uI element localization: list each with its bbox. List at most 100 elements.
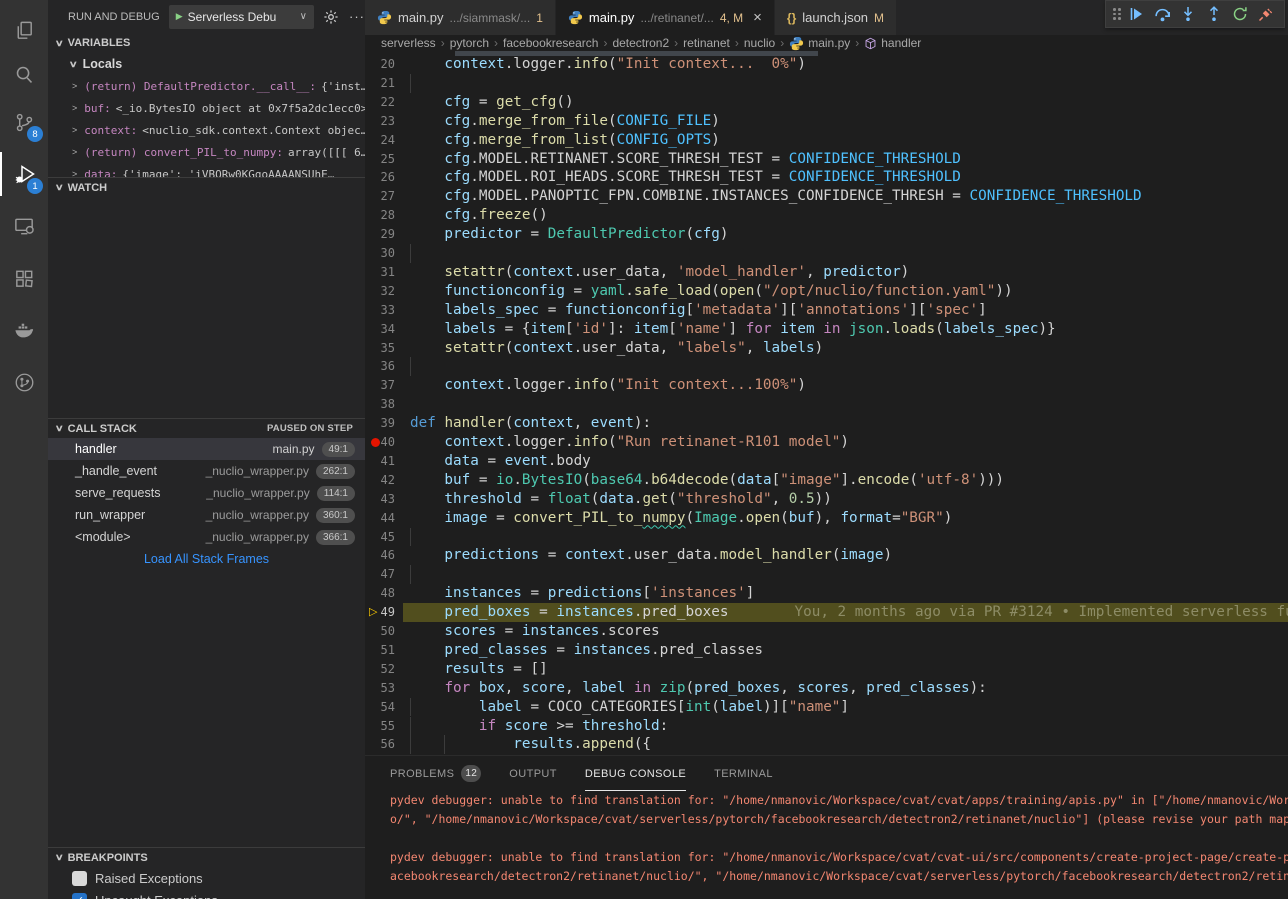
breadcrumb-item-main-py[interactable]: main.py [789,36,850,51]
breadcrumb-item-serverless[interactable]: serverless [381,36,436,50]
tab-main-py[interactable]: main.py.../retinanet/...4, M× [556,0,775,35]
tab-main-py[interactable]: main.py.../siammask/...1 [365,0,556,35]
launch-config-dropdown[interactable]: ▶ Serverless Debu ∨ [169,5,314,29]
frame-location-badge: 114:1 [317,486,355,501]
code-line[interactable]: 43 threshold = float(data.get("threshold… [365,490,1288,509]
code-line[interactable]: 28 cfg.freeze() [365,206,1288,225]
code-line[interactable]: 41 data = event.body [365,452,1288,471]
code-line[interactable]: 53 for box, score, label in zip(pred_box… [365,679,1288,698]
activity-bar-item-search[interactable] [0,52,48,96]
code-line[interactable]: 44 image = convert_PIL_to_numpy(Image.op… [365,509,1288,528]
code-line[interactable]: 36 [365,357,1288,376]
code-line[interactable]: 56 results.append({ [365,735,1288,754]
breakpoints-section-header[interactable]: ∨ BREAKPOINTS [48,847,365,867]
variable-row[interactable]: >(return) convert_PIL_to_numpy:array([[[… [48,141,365,163]
variable-row[interactable]: >buf:<_io.BytesIO object at 0x7f5a2dc1ec… [48,97,365,119]
disconnect-button[interactable] [1255,3,1277,25]
close-icon[interactable]: × [753,9,762,26]
code-line[interactable]: 52 results = [] [365,660,1288,679]
panel-tab-output[interactable]: OUTPUT [509,756,557,791]
activity-bar-item-git-graph[interactable] [0,360,48,404]
call-stack-frame[interactable]: serve_requests_nuclio_wrapper.py114:1 [48,482,365,504]
code-line[interactable]: 31 setattr(context.user_data, 'model_han… [365,263,1288,282]
docker-icon [12,318,36,342]
breadcrumb-item-pytorch[interactable]: pytorch [450,36,489,50]
code-line[interactable]: 48 instances = predictions['instances'] [365,584,1288,603]
code-line[interactable]: 33 labels_spec = functionconfig['metadat… [365,301,1288,320]
code-line[interactable]: 46 predictions = context.user_data.model… [365,546,1288,565]
code-line[interactable]: 38 [365,395,1288,414]
code-line[interactable]: 54 label = COCO_CATEGORIES[int(label)]["… [365,698,1288,717]
code-editor[interactable]: 20 context.logger.info("Init context... … [365,51,1288,755]
call-stack-frame[interactable]: <module>_nuclio_wrapper.py366:1 [48,526,365,548]
breadcrumb-item-retinanet[interactable]: retinanet [683,36,730,50]
code-line[interactable]: 27 cfg.MODEL.PANOPTIC_FPN.COMBINE.INSTAN… [365,187,1288,206]
panel-tab-problems[interactable]: PROBLEMS12 [390,756,481,791]
variable-row[interactable]: >data:{'image': 'iVBORw0KGgoAAAANSUhE… [48,163,365,177]
activity-bar-item-source-control[interactable]: 8 [0,100,48,144]
code-line[interactable]: 50 scores = instances.scores [365,622,1288,641]
call-stack-frame[interactable]: handlermain.py49:1 [48,438,365,460]
code-line[interactable]: 47 [365,565,1288,584]
console-line [390,829,1288,848]
activity-bar-item-remote-explorer[interactable] [0,204,48,248]
code-line[interactable]: 51 pred_classes = instances.pred_classes [365,641,1288,660]
drag-handle-icon[interactable] [1113,8,1121,20]
more-actions-icon[interactable]: ··· [349,9,365,24]
continue-icon [1128,6,1144,22]
code-line[interactable]: 25 cfg.MODEL.RETINANET.SCORE_THRESH_TEST… [365,150,1288,169]
code-line[interactable]: 42 buf = io.BytesIO(base64.b64decode(dat… [365,471,1288,490]
breakpoint-row[interactable]: Raised Exceptions [48,867,365,889]
call-stack-section-header[interactable]: ∨ CALL STACK PAUSED ON STEP [48,418,365,438]
activity-bar-item-extensions[interactable] [0,256,48,300]
code-line[interactable]: 29 predictor = DefaultPredictor(cfg) [365,225,1288,244]
breadcrumb-item-handler[interactable]: handler [864,36,921,50]
code-line[interactable]: 34 labels = {item['id']: item['name'] fo… [365,320,1288,339]
gear-icon[interactable] [323,9,339,25]
code-line[interactable]: 55 if score >= threshold: [365,717,1288,736]
code-line[interactable]: 23 cfg.merge_from_file(CONFIG_FILE) [365,112,1288,131]
step-over-button[interactable] [1151,3,1173,25]
variable-row[interactable]: >(return) DefaultPredictor.__call__:{'in… [48,75,365,97]
checkbox[interactable]: ✓ [72,893,87,899]
step-out-button[interactable] [1203,3,1225,25]
breadcrumb-item-nuclio[interactable]: nuclio [744,36,775,50]
debug-console-output[interactable]: pydev debugger: unable to find translati… [365,791,1288,886]
step-into-button[interactable] [1177,3,1199,25]
variable-row[interactable]: >context:<nuclio_sdk.context.Context obj… [48,119,365,141]
breadcrumb-item-facebookresearch[interactable]: facebookresearch [503,36,598,50]
code-line[interactable]: 35 setattr(context.user_data, "labels", … [365,339,1288,358]
code-line[interactable]: 26 cfg.MODEL.ROI_HEADS.SCORE_THRESH_TEST… [365,168,1288,187]
activity-bar-item-files[interactable] [0,8,48,52]
panel-tab-terminal[interactable]: TERMINAL [714,756,773,791]
code-line[interactable]: 22 cfg = get_cfg() [365,93,1288,112]
variables-section-header[interactable]: ∨ VARIABLES [48,33,365,53]
code-line[interactable]: 32 functionconfig = yaml.safe_load(open(… [365,282,1288,301]
code-line[interactable]: 49▷ pred_boxes = instances.pred_boxesYou… [365,603,1288,622]
indent-guide [410,528,411,547]
code-line[interactable]: 20 context.logger.info("Init context... … [365,55,1288,74]
code-line[interactable]: 30 [365,244,1288,263]
code-line[interactable]: 45 [365,528,1288,547]
continue-button[interactable] [1125,3,1147,25]
code-line[interactable]: 39def handler(context, event): [365,414,1288,433]
call-stack-frame[interactable]: run_wrapper_nuclio_wrapper.py360:1 [48,504,365,526]
load-all-stack-frames-link[interactable]: Load All Stack Frames [48,548,365,570]
code-line[interactable]: 37 context.logger.info("Init context...1… [365,376,1288,395]
activity-bar-item-docker[interactable] [0,308,48,352]
breadcrumb-item-detectron2[interactable]: detectron2 [612,36,669,50]
restart-button[interactable] [1229,3,1251,25]
checkbox[interactable] [72,871,87,886]
panel-tab-debug-console[interactable]: DEBUG CONSOLE [585,756,686,791]
watch-section-header[interactable]: ∨ WATCH [48,177,365,197]
code-line[interactable]: 24 cfg.merge_from_list(CONFIG_OPTS) [365,131,1288,150]
code-line[interactable]: 40 context.logger.info("Run retinanet-R1… [365,433,1288,452]
play-icon: ▶ [176,11,183,22]
activity-bar-item-run-debug[interactable]: 1 [0,152,48,196]
variables-scope-locals[interactable]: ∨ Locals [48,53,365,75]
breakpoint-icon[interactable] [371,438,380,447]
code-line[interactable]: 21 [365,74,1288,93]
tab-launch-json[interactable]: {}launch.jsonM [775,0,897,35]
call-stack-frame[interactable]: _handle_event_nuclio_wrapper.py262:1 [48,460,365,482]
breakpoint-row[interactable]: ✓Uncaught Exceptions [48,889,365,899]
